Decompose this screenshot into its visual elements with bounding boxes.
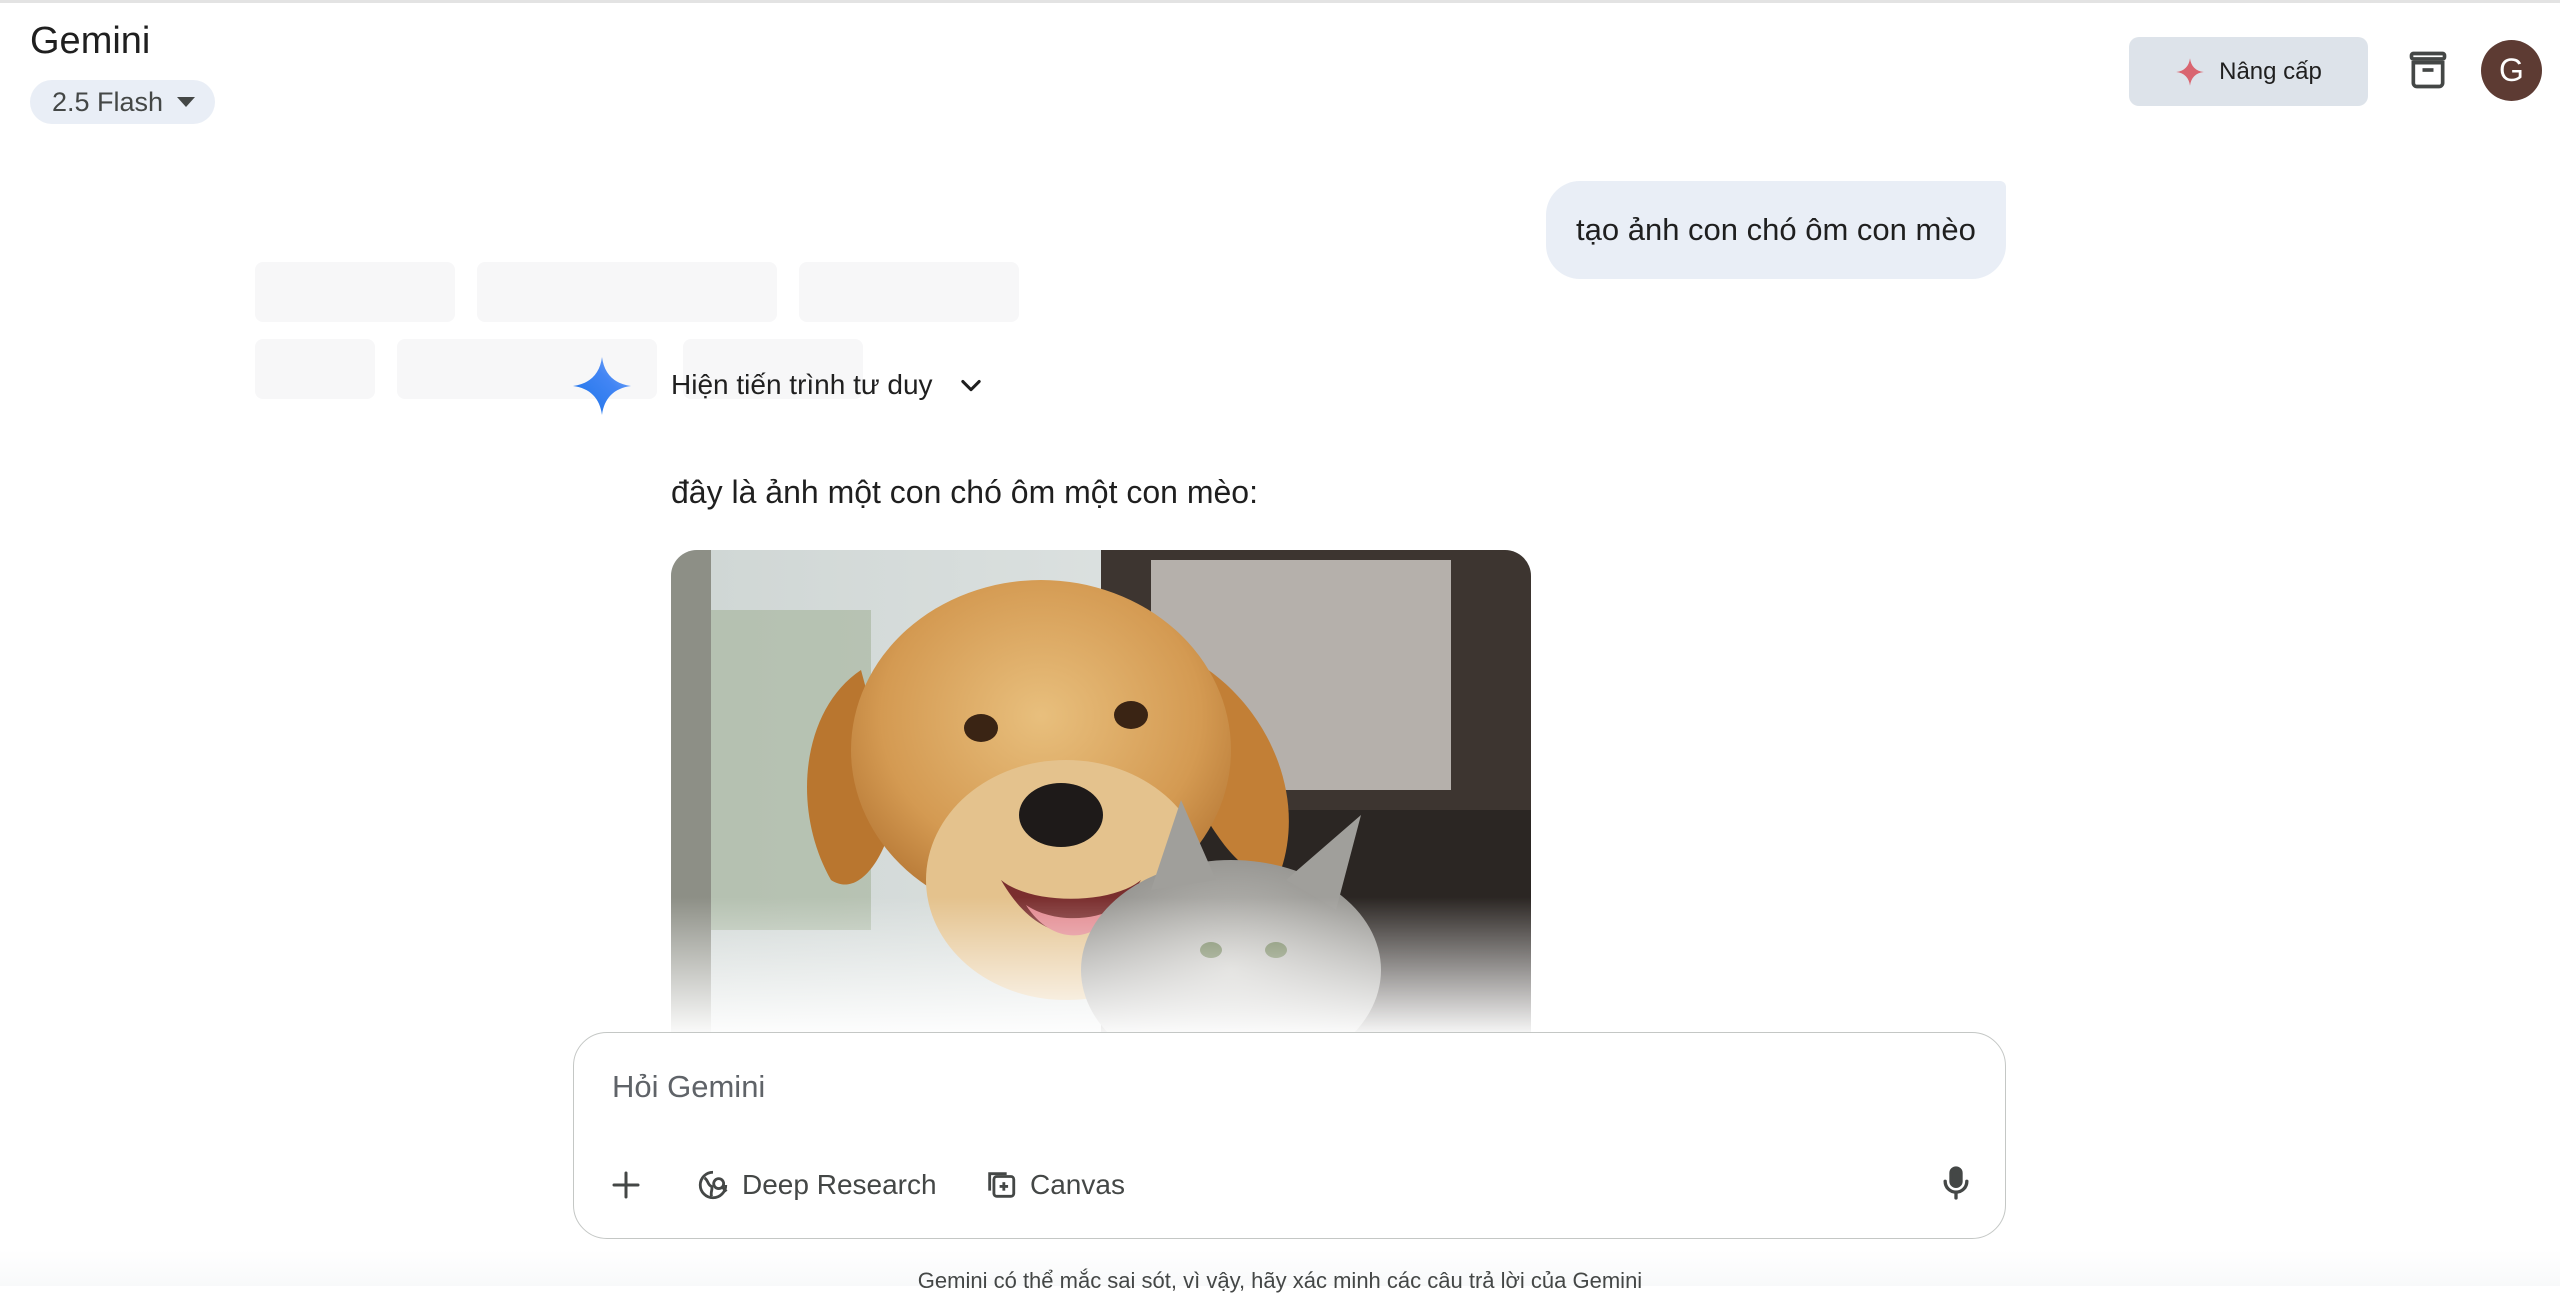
prompt-input[interactable]	[612, 1063, 1912, 1111]
archive-icon	[2409, 51, 2447, 89]
caret-down-icon	[177, 97, 196, 107]
deep-research-label: Deep Research	[742, 1169, 937, 1200]
mic-icon	[1943, 1166, 1969, 1200]
deep-research-button[interactable]: Deep Research	[696, 1161, 937, 1209]
canvas-icon	[988, 1172, 1016, 1198]
user-message: tạo ảnh con chó ôm con mèo	[1546, 181, 2006, 279]
upgrade-label: Nâng cấp	[2219, 57, 2322, 85]
globe-search-icon	[698, 1170, 728, 1200]
gemini-star-icon	[573, 357, 631, 415]
model-picker[interactable]: 2.5 Flash	[30, 80, 216, 124]
top-border	[0, 0, 2560, 3]
canvas-label: Canvas	[1030, 1169, 1125, 1200]
archive-button[interactable]	[2406, 48, 2450, 92]
canvas-button[interactable]: Canvas	[984, 1161, 1125, 1209]
show-thinking-toggle[interactable]: Hiện tiến trình tư duy	[671, 363, 985, 407]
prompt-composer: Deep Research Canvas	[573, 1032, 2006, 1239]
upgrade-button[interactable]: Nâng cấp	[2129, 37, 2368, 106]
response-text: đây là ảnh một con chó ôm một con mèo:	[671, 474, 1258, 510]
avatar[interactable]: G	[2481, 40, 2542, 101]
sparkle-icon	[2176, 57, 2204, 86]
model-label: 2.5 Flash	[52, 86, 164, 117]
generated-image[interactable]	[671, 550, 1531, 1032]
user-message-text: tạo ảnh con chó ôm con mèo	[1576, 212, 1976, 247]
chevron-down-icon	[960, 379, 981, 392]
microphone-button[interactable]	[1936, 1163, 1980, 1207]
disclaimer-text: Gemini có thể mắc sai sót, vì vậy, hãy x…	[917, 1268, 1643, 1293]
app-title: Gemini	[30, 20, 151, 62]
thinking-label: Hiện tiến trình tư duy	[671, 369, 933, 400]
add-button[interactable]	[608, 1161, 644, 1209]
plus-icon	[612, 1171, 640, 1199]
